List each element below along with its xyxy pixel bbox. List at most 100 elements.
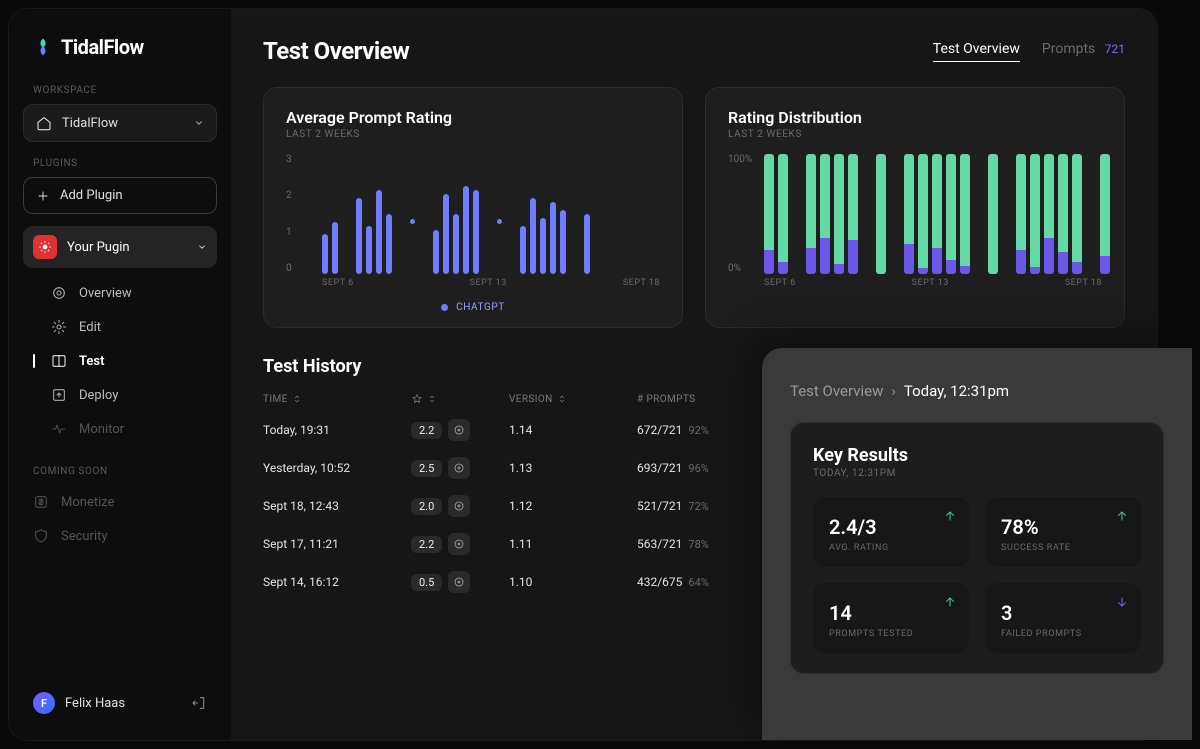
chevron-down-icon xyxy=(194,118,204,128)
plus-icon xyxy=(36,189,50,203)
nav-security-label: Security xyxy=(61,529,108,544)
rating-details-button[interactable] xyxy=(448,571,470,593)
plugin-icon xyxy=(33,235,57,259)
chevron-down-icon xyxy=(197,242,207,252)
gear-icon xyxy=(51,319,67,335)
columns-icon xyxy=(51,353,67,369)
chart-canvas: 3210 SEPT 6SEPT 13SEPT 18 xyxy=(286,154,660,294)
breadcrumb: Test Overview › Today, 12:31pm xyxy=(790,382,1164,400)
nav-edit[interactable]: Edit xyxy=(23,310,217,344)
key-results-grid: 2.4/3 AVG. RATING 78% SUCCESS RATE 14 PR… xyxy=(813,497,1141,653)
tile-success-rate[interactable]: 78% SUCCESS RATE xyxy=(985,497,1141,567)
tab-test-overview[interactable]: Test Overview xyxy=(933,41,1020,62)
section-plugins-label: PLUGINS xyxy=(23,150,217,177)
plugin-selector[interactable]: Your Pugin xyxy=(23,226,217,268)
tab-prompts[interactable]: Prompts 721 xyxy=(1042,41,1125,61)
cell-version: 1.12 xyxy=(509,499,629,513)
cell-rating: 2.5 xyxy=(411,457,501,479)
brand-icon xyxy=(33,37,53,57)
cell-time: Yesterday, 10:52 xyxy=(263,461,403,475)
chart-canvas: 100%0% SEPT 6SEPT 13SEPT 18 xyxy=(728,154,1102,294)
rating-details-button[interactable] xyxy=(448,457,470,479)
sort-icon xyxy=(427,394,437,404)
tile-value: 3 xyxy=(1001,601,1125,625)
breadcrumb-root[interactable]: Test Overview xyxy=(790,382,883,400)
col-version[interactable]: VERSION xyxy=(509,394,629,405)
col-time[interactable]: TIME xyxy=(263,394,403,405)
tabs: Test Overview Prompts 721 xyxy=(933,41,1125,62)
detail-overlay: Test Overview › Today, 12:31pm Key Resul… xyxy=(762,348,1192,740)
tile-value: 14 xyxy=(829,601,953,625)
cell-time: Sept 18, 12:43 xyxy=(263,499,403,513)
add-plugin-button[interactable]: Add Plugin xyxy=(23,177,217,214)
nav-deploy[interactable]: Deploy xyxy=(23,378,217,412)
sort-icon xyxy=(292,394,302,404)
workspace-selector[interactable]: TidalFlow xyxy=(23,104,217,142)
star-icon xyxy=(411,393,423,405)
currency-icon xyxy=(33,494,49,510)
rating-details-button[interactable] xyxy=(448,533,470,555)
user-name: Felix Haas xyxy=(65,696,125,711)
rating-details-button[interactable] xyxy=(448,495,470,517)
tab-prompts-count: 721 xyxy=(1105,42,1125,56)
upload-icon xyxy=(51,387,67,403)
brand: TidalFlow xyxy=(23,35,217,77)
target-icon xyxy=(453,576,465,588)
home-icon xyxy=(36,115,52,131)
chart-distribution: Rating Distribution LAST 2 WEEKS 100%0% … xyxy=(705,87,1125,328)
target-icon xyxy=(453,424,465,436)
main-header: Test Overview Test Overview Prompts 721 xyxy=(263,37,1125,65)
nav-monetize-label: Monetize xyxy=(61,495,115,510)
bars xyxy=(322,154,660,274)
shield-icon xyxy=(33,528,49,544)
plugin-name: Your Pugin xyxy=(67,240,130,255)
nav-monitor: Monitor xyxy=(23,412,217,446)
target-icon xyxy=(453,500,465,512)
cell-version: 1.10 xyxy=(509,575,629,589)
nav-overview-label: Overview xyxy=(79,286,132,301)
arrow-up-icon xyxy=(1115,509,1129,523)
target-icon xyxy=(453,462,465,474)
logout-icon[interactable] xyxy=(191,695,207,711)
tile-label: SUCCESS RATE xyxy=(1001,543,1125,553)
chart-subtitle: LAST 2 WEEKS xyxy=(728,129,1102,140)
charts-row: Average Prompt Rating LAST 2 WEEKS 3210 … xyxy=(263,87,1125,328)
tile-value: 78% xyxy=(1001,515,1125,539)
arrow-up-icon xyxy=(943,509,957,523)
sort-icon xyxy=(557,394,567,404)
tab-prompts-label: Prompts xyxy=(1042,41,1095,57)
x-axis: SEPT 6SEPT 13SEPT 18 xyxy=(322,278,660,294)
target-icon xyxy=(51,285,67,301)
workspace-name: TidalFlow xyxy=(62,116,118,131)
chart-title: Rating Distribution xyxy=(728,108,1102,127)
cell-rating: 2.0 xyxy=(411,495,501,517)
rating-badge: 2.0 xyxy=(411,498,442,515)
col-rating[interactable] xyxy=(411,393,501,405)
tile-failed-prompts[interactable]: 3 FAILED PROMPTS xyxy=(985,583,1141,653)
x-axis: SEPT 6SEPT 13SEPT 18 xyxy=(764,278,1102,294)
rating-details-button[interactable] xyxy=(448,419,470,441)
breadcrumb-current: Today, 12:31pm xyxy=(904,382,1009,400)
cell-time: Sept 17, 11:21 xyxy=(263,537,403,551)
page-title: Test Overview xyxy=(263,37,409,65)
nav-overview[interactable]: Overview xyxy=(23,276,217,310)
arrow-up-icon xyxy=(943,595,957,609)
tile-avg-rating[interactable]: 2.4/3 AVG. RATING xyxy=(813,497,969,567)
cell-rating: 2.2 xyxy=(411,419,501,441)
cell-version: 1.13 xyxy=(509,461,629,475)
tile-prompts-tested[interactable]: 14 PROMPTS TESTED xyxy=(813,583,969,653)
cell-time: Today, 19:31 xyxy=(263,423,403,437)
legend-swatch xyxy=(441,304,448,311)
target-icon xyxy=(453,538,465,550)
nav-test[interactable]: Test xyxy=(23,344,217,378)
cell-version: 1.14 xyxy=(509,423,629,437)
section-workspace-label: WORKSPACE xyxy=(23,77,217,104)
key-results-sub: TODAY, 12:31PM xyxy=(813,468,1141,479)
bars xyxy=(764,154,1102,274)
brand-name: TidalFlow xyxy=(61,35,144,59)
cell-time: Sept 14, 16:12 xyxy=(263,575,403,589)
avatar[interactable]: F xyxy=(33,692,55,714)
chart-title: Average Prompt Rating xyxy=(286,108,660,127)
sidebar: TidalFlow WORKSPACE TidalFlow PLUGINS Ad… xyxy=(9,9,231,740)
cell-version: 1.11 xyxy=(509,537,629,551)
